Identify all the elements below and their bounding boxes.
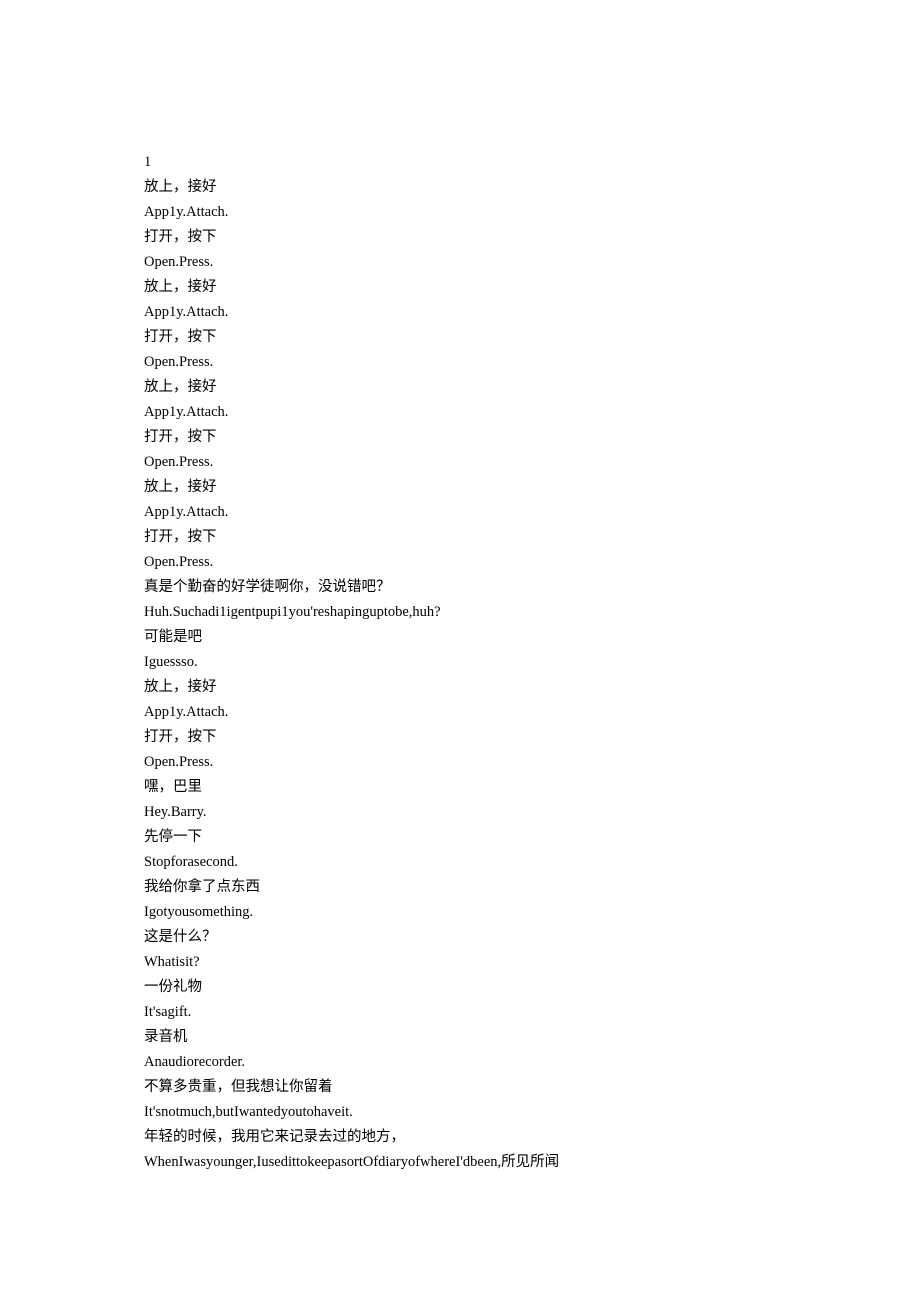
- text-line: It'sagift.: [144, 1000, 824, 1025]
- text-line: 真是个勤奋的好学徒啊你，没说错吧？: [144, 575, 824, 600]
- text-line: Open.Press.: [144, 350, 824, 375]
- text-line: 不算多贵重，但我想让你留着: [144, 1075, 824, 1100]
- text-line: Anaudiorecorder.: [144, 1050, 824, 1075]
- text-line: 放上，接好: [144, 275, 824, 300]
- text-line: 打开，按下: [144, 725, 824, 750]
- text-line: Iguessso.: [144, 650, 824, 675]
- text-line: WhenIwasyounger,IusedittokeepasortOfdiar…: [144, 1150, 824, 1175]
- text-line: 1: [144, 150, 824, 175]
- text-line: App1y.Attach.: [144, 700, 824, 725]
- text-line: 可能是吧: [144, 625, 824, 650]
- text-line: 年轻的时候，我用它来记录去过的地方，: [144, 1125, 824, 1150]
- text-line: 录音机: [144, 1025, 824, 1050]
- text-line: Open.Press.: [144, 450, 824, 475]
- text-line: It'snotmuch,butIwantedyoutohaveit.: [144, 1100, 824, 1125]
- text-line: App1y.Attach.: [144, 200, 824, 225]
- text-line: 打开，按下: [144, 225, 824, 250]
- text-line: 这是什么？: [144, 925, 824, 950]
- text-line: 放上，接好: [144, 675, 824, 700]
- text-line: App1y.Attach.: [144, 500, 824, 525]
- text-line: Open.Press.: [144, 750, 824, 775]
- text-line: Stopforasecond.: [144, 850, 824, 875]
- text-line: 一份礼物: [144, 975, 824, 1000]
- text-line: 打开，按下: [144, 525, 824, 550]
- document-page: 1放上，接好App1y.Attach.打开，按下Open.Press.放上，接好…: [0, 0, 824, 1175]
- text-line: 我给你拿了点东西: [144, 875, 824, 900]
- text-line: Open.Press.: [144, 550, 824, 575]
- text-line: 先停一下: [144, 825, 824, 850]
- text-line: 放上，接好: [144, 475, 824, 500]
- text-line: 放上，接好: [144, 175, 824, 200]
- text-line: App1y.Attach.: [144, 300, 824, 325]
- text-line: Open.Press.: [144, 250, 824, 275]
- text-line: 打开，按下: [144, 425, 824, 450]
- text-line: Whatisit?: [144, 950, 824, 975]
- text-line: Igotyousomething.: [144, 900, 824, 925]
- text-line: 打开，按下: [144, 325, 824, 350]
- text-line: 嘿，巴里: [144, 775, 824, 800]
- text-line: Hey.Barry.: [144, 800, 824, 825]
- text-line: Huh.Suchadi1igentpupi1you'reshapinguptob…: [144, 600, 824, 625]
- text-line: App1y.Attach.: [144, 400, 824, 425]
- text-line: 放上，接好: [144, 375, 824, 400]
